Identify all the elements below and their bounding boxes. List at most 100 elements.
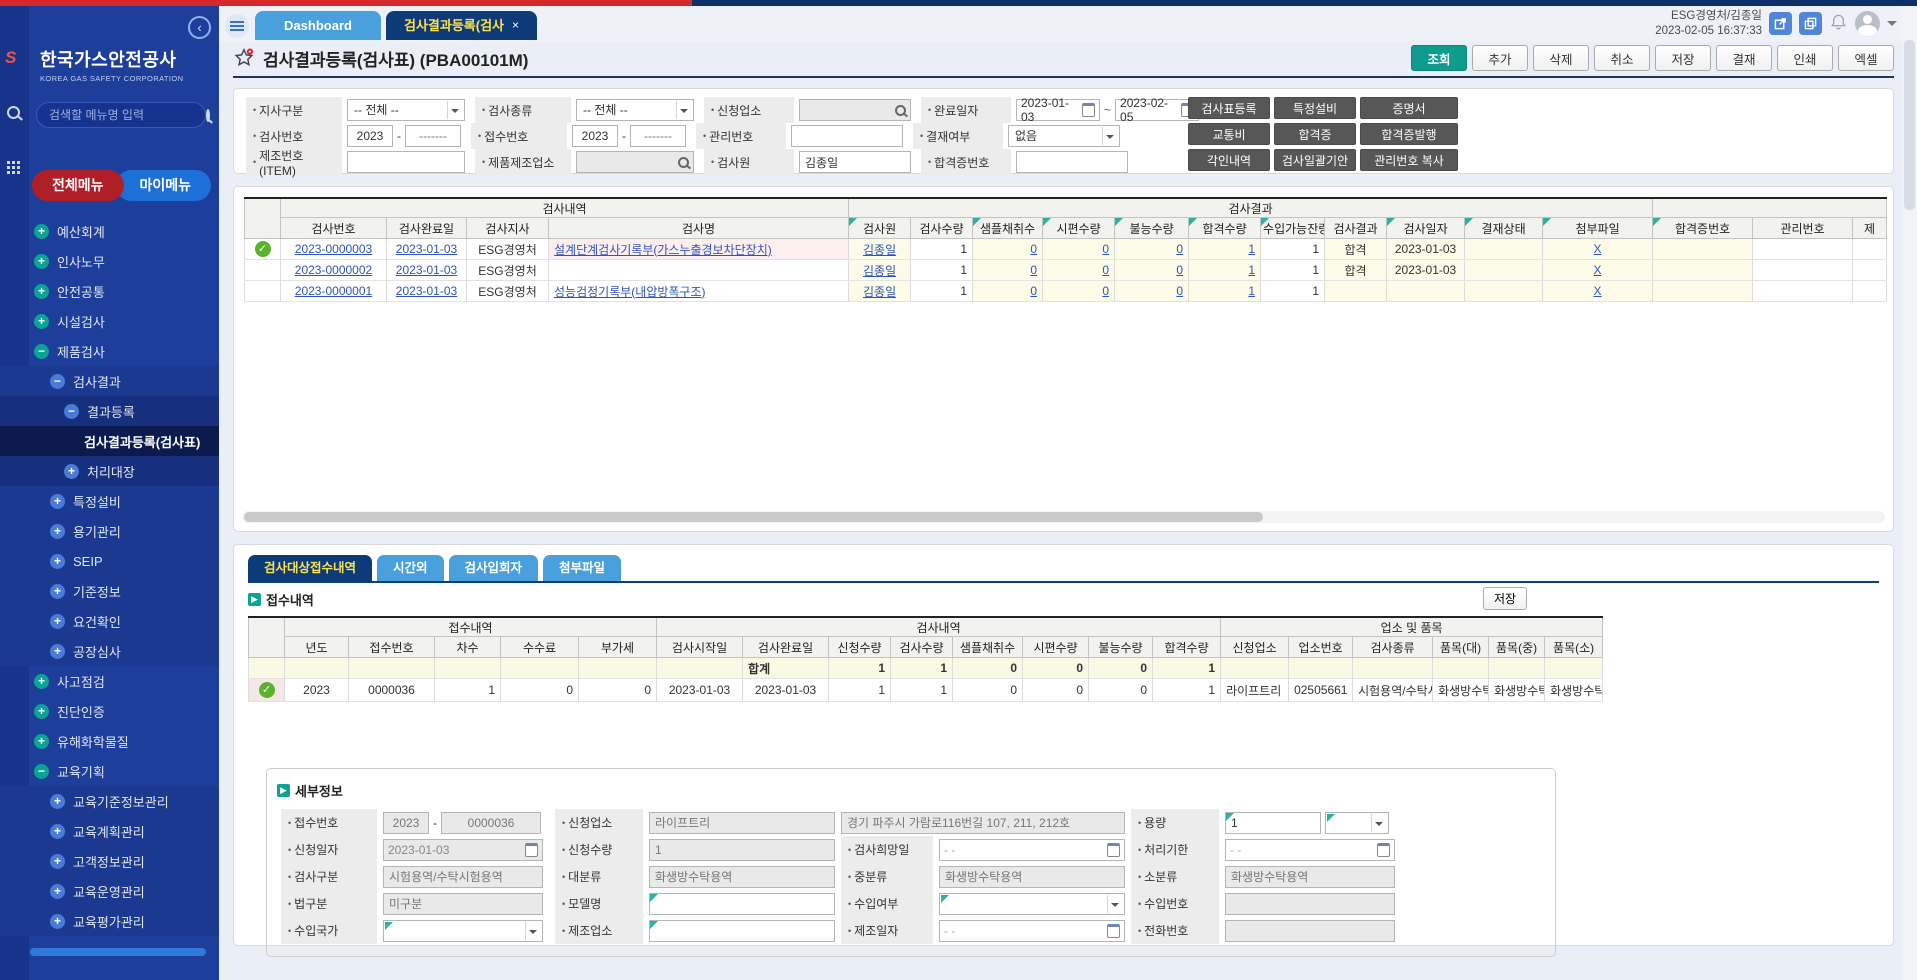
column-header-branch[interactable]: 검사지사 (467, 218, 549, 239)
favorite-star-icon[interactable] (233, 47, 255, 69)
pass-cert-issue-button[interactable]: 합격증발행 (1360, 123, 1458, 145)
calendar-icon[interactable] (1107, 843, 1120, 857)
expand-plus-icon[interactable]: + (50, 884, 65, 899)
my-menu-tab[interactable]: 마이메뉴 (116, 170, 212, 201)
detail-import-no-input[interactable] (1225, 893, 1395, 915)
collapse-minus-icon[interactable]: − (34, 764, 49, 779)
expand-plus-icon[interactable]: + (50, 554, 65, 569)
sidebar-item[interactable]: +고객정보관리 (0, 846, 219, 876)
sidebar-item[interactable]: +SEIP (0, 546, 219, 576)
column-header-approval[interactable]: 결재상태 (1465, 218, 1543, 239)
column-header-mgmtno[interactable]: 관리번호 (1753, 218, 1853, 239)
column-header-sample[interactable]: 샘플채취수 (973, 218, 1043, 239)
column-header-pass[interactable]: 합격수량 (1189, 218, 1261, 239)
column-header-edate[interactable]: 검사완료일 (743, 637, 829, 658)
inspection-type-select[interactable]: -- 전체 -- (576, 99, 694, 121)
page-scrollbar-thumb[interactable] (1904, 40, 1915, 210)
menu-search-box[interactable] (36, 102, 206, 128)
column-header-item3[interactable]: 품목(소) (1545, 637, 1603, 658)
engraving-history-button[interactable]: 각인내역 (1188, 149, 1270, 171)
column-header-name[interactable]: 검사명 (549, 218, 849, 239)
branch-select[interactable]: -- 전체 -- (347, 99, 465, 121)
column-header-specimen[interactable]: 시편수량 (1023, 637, 1089, 658)
column-header-specimen[interactable]: 시편수량 (1043, 218, 1115, 239)
expand-plus-icon[interactable]: + (34, 704, 49, 719)
link-inspector[interactable]: 김종일 (863, 264, 896, 278)
expand-plus-icon[interactable]: + (50, 584, 65, 599)
detail-volume-input[interactable] (1225, 812, 1321, 834)
link-date[interactable]: 2023-01-03 (396, 263, 457, 277)
expand-plus-icon[interactable]: + (34, 254, 49, 269)
approval-status-select[interactable]: 없음 (1008, 125, 1120, 147)
link-sample[interactable]: 0 (1030, 284, 1037, 298)
menu-search-input[interactable] (47, 107, 206, 123)
column-header-inspector[interactable]: 검사원 (849, 218, 911, 239)
row-selector-cell[interactable]: ✓ (245, 239, 281, 260)
sidebar-item[interactable]: +진단인증 (0, 696, 219, 726)
column-header-sample[interactable]: 샘플채취수 (953, 637, 1023, 658)
detail-volume-unit-select[interactable] (1325, 812, 1389, 834)
row-selector-cell[interactable] (249, 658, 285, 679)
expand-plus-icon[interactable]: + (50, 644, 65, 659)
detail-inspection-type-input[interactable] (383, 866, 543, 888)
mgmt-no-input[interactable] (791, 125, 903, 147)
column-header-shopno[interactable]: 업소번호 (1289, 637, 1353, 658)
link-pass[interactable]: 1 (1248, 242, 1255, 256)
sidebar-item[interactable]: +기준정보 (0, 576, 219, 606)
detail-phone-input[interactable] (1225, 920, 1395, 942)
detail-model-input[interactable] (649, 893, 835, 915)
rail-menu-grid-icon[interactable] (7, 161, 20, 174)
rail-search-icon[interactable] (7, 106, 20, 122)
column-header-je[interactable]: 제 (1853, 218, 1887, 239)
column-header-certno[interactable]: 합격증번호 (1653, 218, 1753, 239)
link-num[interactable]: 2023-0000002 (295, 263, 372, 277)
inspection-no-seq-input[interactable] (405, 125, 461, 147)
expand-plus-icon[interactable]: + (64, 464, 79, 479)
expand-plus-icon[interactable]: + (50, 914, 65, 929)
column-header-shop[interactable]: 신청업소 (1221, 637, 1289, 658)
column-header-fee[interactable]: 수수료 (501, 637, 579, 658)
column-header-instype[interactable]: 검사종류 (1353, 637, 1433, 658)
column-header-result[interactable]: 검사결과 (1325, 218, 1387, 239)
table-row[interactable]: ✓2023-00000032023-01-03ESG경영처설계단계검사기록부(가… (245, 239, 1887, 260)
detail-receipt-year-input[interactable] (383, 812, 429, 834)
product-maker-input[interactable] (576, 151, 694, 173)
detail-hope-date[interactable]: - - (939, 839, 1125, 861)
sidebar-item[interactable]: +인사노무 (0, 246, 219, 276)
notifications-bell-icon[interactable] (1829, 13, 1848, 35)
approve-button[interactable]: 결재 (1716, 45, 1772, 71)
sidebar-item[interactable]: −검사결과 (0, 366, 219, 396)
column-header-round[interactable]: 차수 (435, 637, 501, 658)
column-header-sdate[interactable]: 검사시작일 (657, 637, 743, 658)
link-specimen[interactable]: 0 (1102, 242, 1109, 256)
delete-button[interactable]: 삭제 (1533, 45, 1589, 71)
detail-request-date[interactable]: 2023-01-03 (383, 839, 543, 861)
print-button[interactable]: 인쇄 (1777, 45, 1833, 71)
sidebar-item[interactable]: +특정설비 (0, 486, 219, 516)
link-inspector[interactable]: 김종일 (863, 285, 896, 299)
link-fail[interactable]: 0 (1176, 263, 1183, 277)
column-header-reqqty[interactable]: 신청수량 (829, 637, 891, 658)
sidebar-item[interactable]: −교육기획 (0, 756, 219, 786)
link-sample[interactable]: 0 (1030, 263, 1037, 277)
sidebar-item[interactable]: +안전공통 (0, 276, 219, 306)
expand-plus-icon[interactable]: + (34, 734, 49, 749)
column-header-date[interactable]: 검사완료일 (387, 218, 467, 239)
all-menu-tab[interactable]: 전체메뉴 (32, 170, 124, 201)
search-button[interactable]: 조회 (1411, 45, 1467, 71)
detail-import-country-select[interactable] (383, 920, 543, 942)
sidebar-item[interactable]: +교육평가관리 (0, 906, 219, 936)
sidebar-item[interactable]: +예산회계 (0, 216, 219, 246)
sidebar-item[interactable]: +공장심사 (0, 636, 219, 666)
sidebar-item[interactable]: +처리대장 (0, 456, 219, 486)
link-name[interactable]: 설계단계검사기록부(가스누출경보차단장치) (554, 243, 772, 257)
open-window-icon[interactable] (1769, 12, 1792, 35)
special-equipment-button[interactable]: 특정설비 (1274, 97, 1356, 119)
calendar-icon[interactable] (1377, 843, 1390, 857)
link-pass[interactable]: 1 (1248, 284, 1255, 298)
excel-button[interactable]: 엑셀 (1838, 45, 1894, 71)
sidebar-item[interactable]: +교육운영관리 (0, 876, 219, 906)
collapse-minus-icon[interactable]: − (50, 374, 65, 389)
receipt-no-seq-input[interactable] (630, 125, 686, 147)
detail-shop-input[interactable] (649, 812, 835, 834)
